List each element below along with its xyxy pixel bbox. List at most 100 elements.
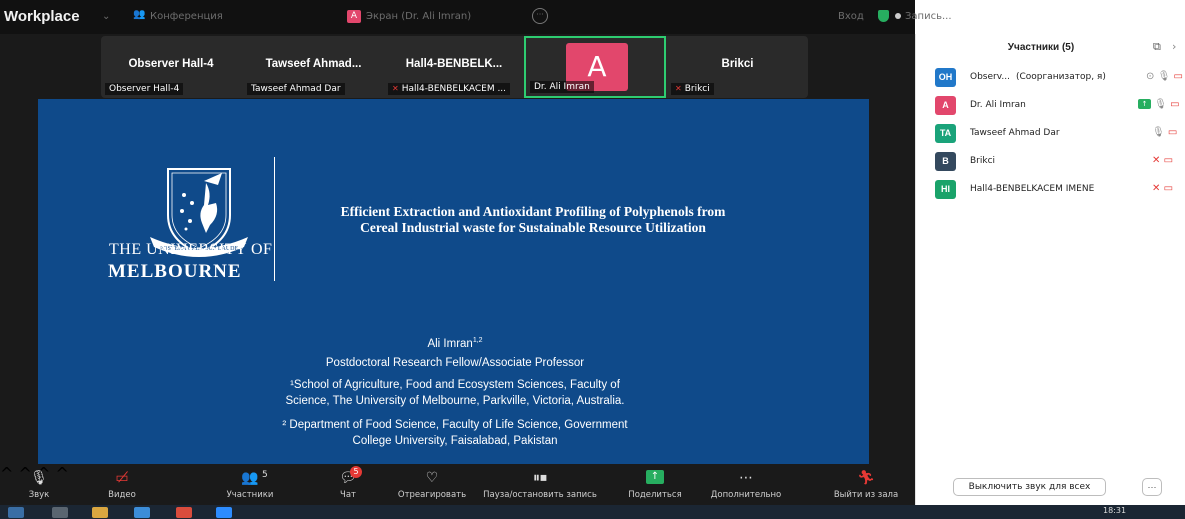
- affiliation-2-line1: ² Department of Food Science, Faculty of…: [282, 419, 628, 431]
- affiliation-1-line1: ¹School of Agriculture, Food and Ecosyst…: [290, 379, 620, 391]
- audio-label: Звук: [28, 490, 50, 500]
- video-off-icon[interactable]: ▭: [1164, 183, 1173, 194]
- participant-status-icons: ✕ ▭: [1152, 183, 1173, 194]
- chat-label: Чат: [340, 490, 356, 500]
- active-speaker-thumbnail[interactable]: A Dr. Ali Imran: [524, 36, 666, 98]
- video-thumbnail[interactable]: Observer Hall-4 Observer Hall-4: [101, 36, 241, 98]
- panel-more-button[interactable]: ···: [1142, 478, 1162, 496]
- chat-button[interactable]: 💬︎ 5 Чат: [330, 464, 366, 505]
- os-taskbar: 18:31: [0, 505, 1185, 519]
- audio-button[interactable]: 🎙︎ Звук: [22, 464, 56, 505]
- enter-label[interactable]: Вход: [838, 11, 864, 22]
- participant-row[interactable]: B Brikci ✕ ▭: [916, 148, 1185, 176]
- slide-author-position: Postdoctoral Research Fellow/Associate P…: [325, 357, 585, 369]
- participant-row[interactable]: OH Observ... (Соорганизатор, я) ⊙ 🎙︎ ▭: [916, 64, 1185, 92]
- thumbnail-name-tag: ✕ Brikci: [671, 83, 714, 95]
- participant-role: (Соорганизатор, я): [1015, 72, 1106, 82]
- microphone-icon[interactable]: 🎙︎: [1152, 127, 1165, 138]
- reaction-icon: ♡: [425, 470, 439, 486]
- participant-name-text: Observ...: [970, 72, 1010, 82]
- more-dots-icon: ⋯: [739, 470, 753, 486]
- more-button[interactable]: ⋯ Дополнительно: [704, 464, 788, 505]
- video-off-icon[interactable]: ▭: [1164, 155, 1173, 166]
- mute-all-button[interactable]: Выключить звук для всех: [953, 478, 1106, 496]
- slide-affiliation-2: ² Department of Food Science, Faculty of…: [208, 417, 702, 449]
- participants-button[interactable]: 👥 5 Участники: [220, 464, 280, 505]
- participant-avatar: OH: [935, 68, 956, 87]
- record-dot-icon: [895, 13, 901, 19]
- participant-avatar: B: [935, 152, 956, 171]
- video-button[interactable]: ▭̸ Видео: [103, 464, 141, 505]
- participants-label: Участники: [226, 490, 274, 500]
- participant-status-icons: ✕ ▭: [1152, 155, 1173, 166]
- share-screen-button[interactable]: ↑ Поделиться: [620, 464, 690, 505]
- browser-icon[interactable]: [176, 507, 192, 518]
- thumbnail-name-text: Hall4-BENBELKACEM ...: [401, 84, 507, 94]
- leave-label: Выйти из зала: [833, 490, 899, 500]
- participants-icon: 👥: [241, 470, 259, 486]
- conference-icon: 👥: [133, 9, 146, 20]
- share-options-caret-icon[interactable]: ^: [56, 464, 69, 483]
- chevron-right-icon[interactable]: ›: [1172, 40, 1176, 53]
- video-off-icon: ▭̸: [115, 470, 129, 486]
- zoom-window: Workplace ⌄ 👥 Конференция A Экран (Dr. A…: [0, 0, 1185, 519]
- participant-avatar: A: [935, 96, 956, 115]
- pause-record-label: Пауза/остановить запись: [483, 490, 597, 500]
- slide-divider: [274, 157, 275, 281]
- participant-name: Tawseef Ahmad Dar: [970, 128, 1060, 138]
- meeting-toolbar: 🎙︎ Звук ^ ▭̸ Видео ^ 👥 5 Участники 💬︎ 5 …: [0, 464, 915, 505]
- video-off-icon[interactable]: ▭: [1168, 127, 1177, 138]
- participant-name: Dr. Ali Imran: [970, 100, 1026, 110]
- folder-icon[interactable]: [92, 507, 108, 518]
- pause-stop-record-button[interactable]: ⏸⏹ Пауза/остановить запись: [480, 464, 600, 505]
- more-options-icon[interactable]: ···: [532, 8, 548, 24]
- affiliation-1-line2: Science, The University of Melbourne, Pa…: [285, 395, 625, 407]
- title-bar: Workplace ⌄ 👥 Конференция A Экран (Dr. A…: [0, 0, 952, 34]
- participant-name: Brikci: [970, 156, 996, 166]
- microphone-muted-icon[interactable]: ✕: [1152, 183, 1160, 194]
- microphone-muted-icon[interactable]: ✕: [1152, 155, 1160, 166]
- chat-unread-badge: 5: [350, 466, 362, 478]
- meeting-app-icon[interactable]: [216, 507, 232, 518]
- microphone-icon[interactable]: 🎙︎: [1158, 71, 1171, 82]
- participants-panel-title: Участники (5): [1007, 42, 1075, 53]
- conference-label[interactable]: Конференция: [150, 11, 223, 22]
- pause-stop-icon: ⏸⏹: [533, 470, 547, 486]
- audio-options-caret-icon[interactable]: ^: [0, 464, 13, 483]
- record-status-icon: ⊙: [1146, 71, 1155, 82]
- participants-count: 5: [262, 470, 268, 480]
- participant-row[interactable]: HI Hall4-BENBELKACEM IMENE ✕ ▭: [916, 176, 1185, 204]
- participant-name: Observ... (Соорганизатор, я): [970, 72, 1106, 82]
- start-menu-icon[interactable]: [8, 507, 24, 518]
- video-thumbnail[interactable]: Brikci ✕ Brikci: [667, 36, 808, 98]
- participant-avatar: HI: [935, 180, 956, 199]
- video-off-icon[interactable]: ▭: [1173, 71, 1182, 82]
- taskbar-app-icon[interactable]: [52, 507, 68, 518]
- share-label: Поделиться: [628, 490, 682, 500]
- microphone-icon[interactable]: 🎙︎: [1154, 99, 1167, 110]
- participant-status-icons: ↑ 🎙︎ ▭: [1138, 99, 1180, 110]
- screen-share-label[interactable]: Экран (Dr. Ali Imran): [366, 11, 471, 22]
- shared-screen-slide: POSTERA CRESCAM LAUDE THE UNIVERSITY OF …: [38, 99, 869, 464]
- sharing-screen-icon: ↑: [1138, 99, 1151, 109]
- popout-icon[interactable]: ⧉: [1153, 40, 1161, 54]
- security-shield-icon[interactable]: [878, 10, 889, 22]
- participants-panel-header: Участники (5) ⧉ ›: [916, 34, 1185, 62]
- react-button[interactable]: ♡ Отреагировать: [396, 464, 468, 505]
- slide-title-line1: Efficient Extraction and Antioxidant Pro…: [340, 204, 726, 219]
- leave-room-button[interactable]: 🏃︎ Выйти из зала: [828, 464, 904, 505]
- taskbar-app-icon[interactable]: [134, 507, 150, 518]
- affiliation-2-line2: College University, Faisalabad, Pakistan: [352, 435, 558, 447]
- author-superscript: 1,2: [472, 337, 483, 344]
- participant-row[interactable]: TA Tawseef Ahmad Dar 🎙︎ ▭: [916, 120, 1185, 148]
- video-thumbnail[interactable]: Hall4-BENBELK... ✕ Hall4-BENBELKACEM ...: [384, 36, 524, 98]
- thumbnail-big-name: Hall4-BENBELK...: [405, 58, 503, 70]
- recording-label[interactable]: Запись...: [905, 11, 952, 22]
- video-off-icon[interactable]: ▭: [1170, 99, 1179, 110]
- system-clock: 18:31: [1103, 506, 1127, 515]
- video-thumbnail[interactable]: Tawseef Ahmad... Tawseef Ahmad Dar: [243, 36, 384, 98]
- chevron-down-icon[interactable]: ⌄: [102, 11, 110, 22]
- participant-row[interactable]: A Dr. Ali Imran ↑ 🎙︎ ▭: [916, 92, 1185, 120]
- thumbnail-name-tag: ✕ Hall4-BENBELKACEM ...: [388, 83, 511, 95]
- video-thumbnail-strip: Observer Hall-4 Observer Hall-4 Tawseef …: [101, 36, 808, 98]
